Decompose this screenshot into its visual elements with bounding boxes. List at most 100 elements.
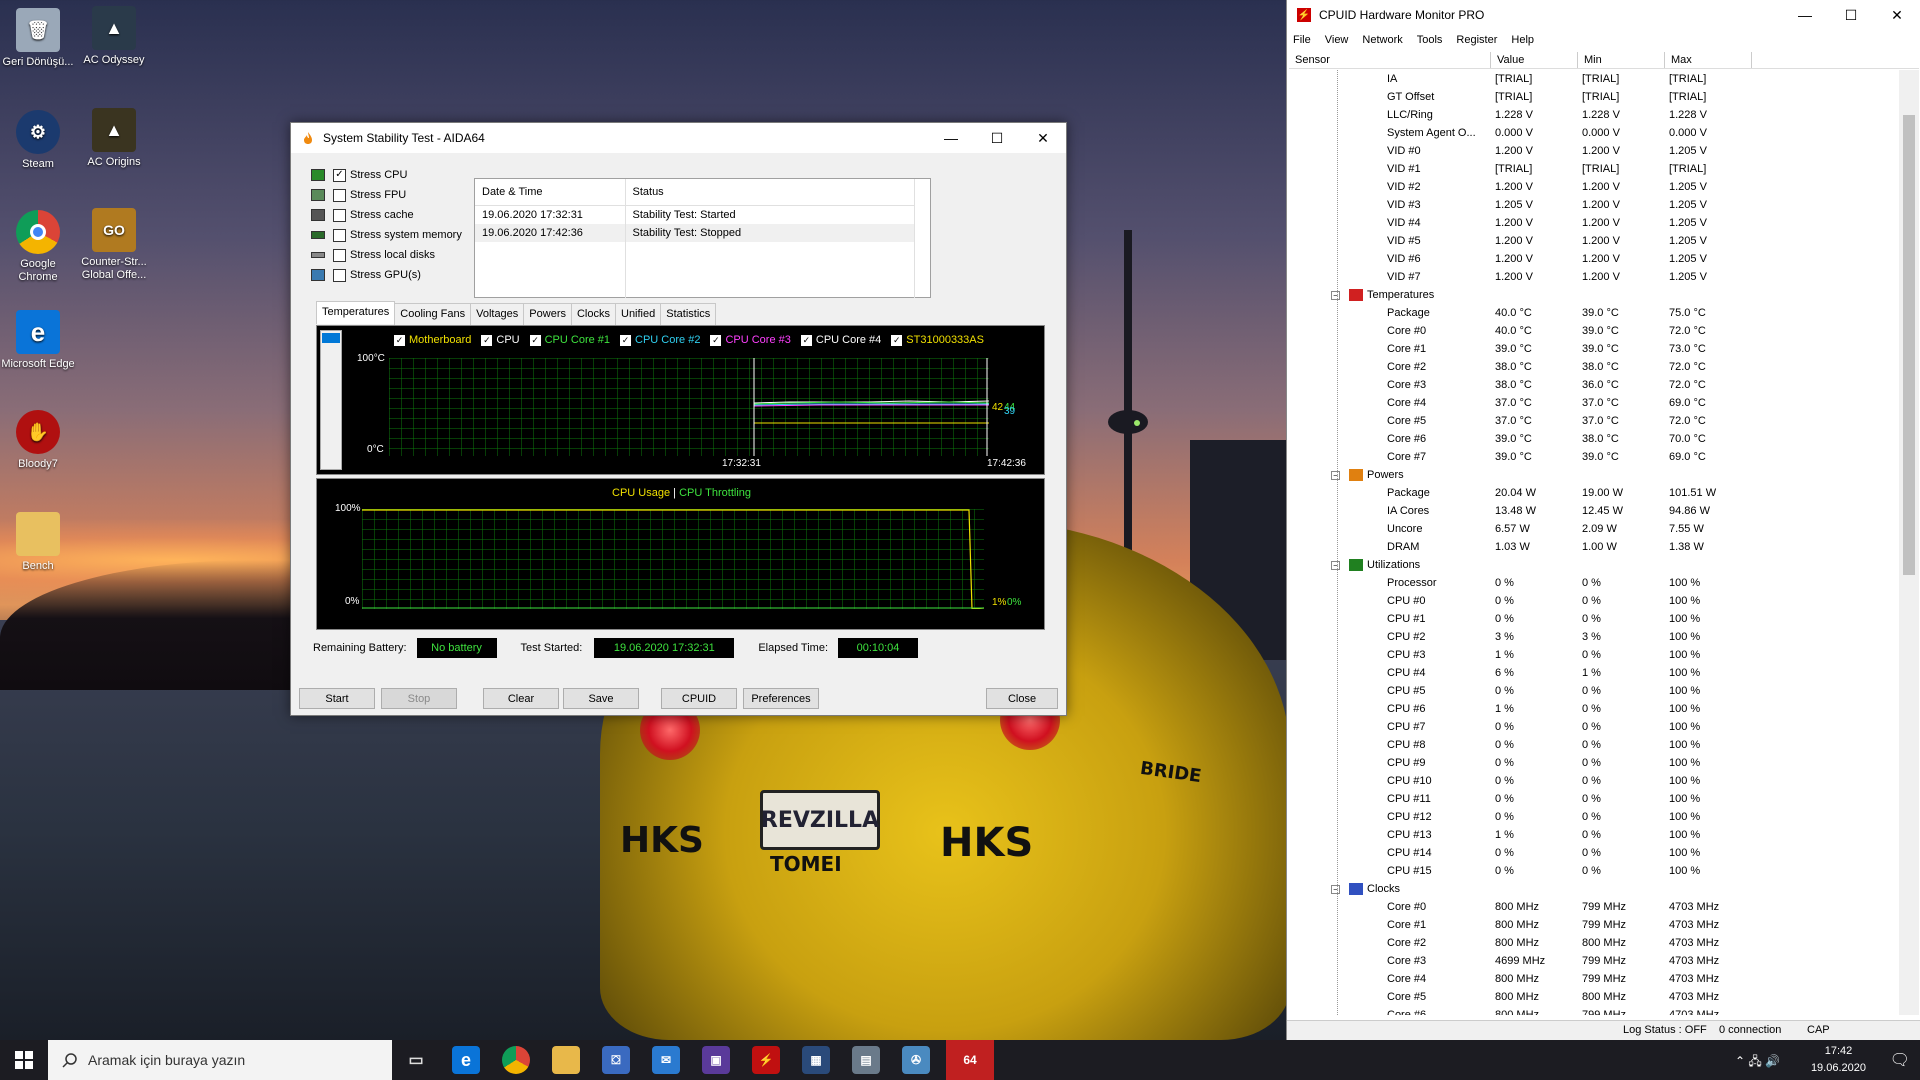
start-button[interactable] (0, 1040, 48, 1080)
tab-statistics[interactable]: Statistics (660, 303, 717, 326)
sensor-row[interactable]: Core #5 37.0 °C 37.0 °C 72.0 °C (1289, 412, 1899, 430)
desktop-icon-csgo[interactable]: GO Counter-Str... Global Offe... (76, 208, 152, 282)
sensor-row[interactable]: CPU #11 0 % 0 % 100 % (1289, 790, 1899, 808)
sensor-row[interactable]: Package 20.04 W 19.00 W 101.51 W (1289, 484, 1899, 502)
stop-button[interactable]: Stop (381, 688, 457, 709)
sensor-row[interactable]: VID #6 1.200 V 1.200 V 1.205 V (1289, 250, 1899, 268)
minimize-button[interactable]: — (928, 123, 974, 153)
desktop-icon-bench[interactable]: Bench (0, 512, 76, 573)
sensor-row[interactable]: CPU #0 0 % 0 % 100 % (1289, 592, 1899, 610)
sensor-group[interactable]: − Powers (1289, 466, 1899, 484)
sensor-row[interactable]: IA Cores 13.48 W 12.45 W 94.86 W (1289, 502, 1899, 520)
sensor-row[interactable]: Core #5 800 MHz 800 MHz 4703 MHz (1289, 988, 1899, 1006)
close-button[interactable]: Close (986, 688, 1058, 709)
tuning-tool-icon[interactable]: ✇ (902, 1046, 930, 1074)
aida64-titlebar[interactable]: System Stability Test - AIDA64 — ☐ ✕ (291, 123, 1066, 153)
taskbar-clock[interactable]: 17:42 19.06.2020 (1811, 1043, 1866, 1077)
sensor-row[interactable]: CPU #7 0 % 0 % 100 % (1289, 718, 1899, 736)
legend-item-hdd[interactable]: ✓ ST31000333AS (891, 334, 984, 346)
sensor-row[interactable]: VID #2 1.200 V 1.200 V 1.205 V (1289, 178, 1899, 196)
chrome-taskbar-icon[interactable] (502, 1046, 530, 1074)
sensor-row[interactable]: Core #3 4699 MHz 799 MHz 4703 MHz (1289, 952, 1899, 970)
sensor-row[interactable]: CPU #12 0 % 0 % 100 % (1289, 808, 1899, 826)
sensor-group[interactable]: − Clocks (1289, 880, 1899, 898)
hwmonitor-titlebar[interactable]: ⚡ CPUID Hardware Monitor PRO — ☐ ✕ (1287, 0, 1920, 30)
menu-file[interactable]: File (1293, 34, 1311, 46)
sensor-row[interactable]: CPU #10 0 % 0 % 100 % (1289, 772, 1899, 790)
sensor-row[interactable]: LLC/Ring 1.228 V 1.228 V 1.228 V (1289, 106, 1899, 124)
notifications-icon[interactable]: 🗨 (1890, 1050, 1910, 1070)
tab-temperatures[interactable]: Temperatures (316, 301, 396, 324)
sensor-row[interactable]: Core #2 800 MHz 800 MHz 4703 MHz (1289, 934, 1899, 952)
collapse-icon[interactable]: − (1331, 884, 1340, 894)
menu-register[interactable]: Register (1456, 34, 1497, 46)
menu-network[interactable]: Network (1362, 34, 1402, 46)
stress-disks-checkbox[interactable] (333, 248, 346, 262)
tab-clocks[interactable]: Clocks (570, 303, 616, 326)
legend-checkbox[interactable]: ✓ (529, 334, 541, 346)
tray-icons[interactable]: ⌃ 🖧 🔊 (1735, 1052, 1780, 1073)
legend-item-cpu-core-2[interactable]: ✓ CPU Core #2 (620, 334, 700, 346)
stress-gpu-checkbox[interactable] (333, 268, 346, 282)
desktop-icon-ac-origins[interactable]: ▲ AC Origins (76, 108, 152, 169)
benchmark-icon[interactable]: ▦ (802, 1046, 830, 1074)
cpuid-taskbar-icon[interactable]: ⚡ (752, 1046, 780, 1074)
sensor-row[interactable]: System Agent O... 0.000 V 0.000 V 0.000 V (1289, 124, 1899, 142)
sensor-row[interactable]: Core #6 800 MHz 799 MHz 4703 MHz (1289, 1006, 1899, 1015)
sensor-row[interactable]: CPU #5 0 % 0 % 100 % (1289, 682, 1899, 700)
sensor-row[interactable]: GT Offset [TRIAL] [TRIAL] [TRIAL] (1289, 88, 1899, 106)
menu-view[interactable]: View (1325, 34, 1349, 46)
sensor-row[interactable]: VID #7 1.200 V 1.200 V 1.205 V (1289, 268, 1899, 286)
minimize-button[interactable]: — (1782, 0, 1828, 30)
sensor-row[interactable]: Core #6 39.0 °C 38.0 °C 70.0 °C (1289, 430, 1899, 448)
sensor-row[interactable]: CPU #1 0 % 0 % 100 % (1289, 610, 1899, 628)
legend-item-cpu-core-1[interactable]: ✓ CPU Core #1 (529, 334, 610, 346)
stress-gpu-option[interactable]: Stress GPU(s) (311, 265, 462, 285)
sensor-row[interactable]: VID #4 1.200 V 1.200 V 1.205 V (1289, 214, 1899, 232)
legend-item-cpu-core-4[interactable]: ✓ CPU Core #4 (800, 334, 881, 346)
sensor-row[interactable]: CPU #4 6 % 1 % 100 % (1289, 664, 1899, 682)
legend-checkbox[interactable]: ✓ (481, 334, 493, 346)
sensor-row[interactable]: Core #0 800 MHz 799 MHz 4703 MHz (1289, 898, 1899, 916)
column-header-max[interactable]: Max (1665, 52, 1752, 68)
graph-scrollbar[interactable] (320, 330, 342, 470)
stress-memory-checkbox[interactable] (333, 228, 346, 242)
sensor-row[interactable]: CPU #2 3 % 3 % 100 % (1289, 628, 1899, 646)
collapse-icon[interactable]: − (1331, 290, 1340, 300)
stress-fpu-option[interactable]: Stress FPU (311, 185, 462, 205)
sensor-row[interactable]: CPU #3 1 % 0 % 100 % (1289, 646, 1899, 664)
desktop-icon-edge[interactable]: e Microsoft Edge (0, 310, 76, 371)
tab-cooling-fans[interactable]: Cooling Fans (394, 303, 472, 326)
maximize-button[interactable]: ☐ (1828, 0, 1874, 30)
sensor-row[interactable]: IA [TRIAL] [TRIAL] [TRIAL] (1289, 70, 1899, 88)
event-log[interactable]: Date & Time Status 19.06.2020 17:32:31 S… (474, 178, 931, 298)
desktop-icon-recycle-bin[interactable]: 🗑 Geri Dönüşü... (0, 8, 76, 69)
save-button[interactable]: Save (563, 688, 639, 709)
legend-item-cpu[interactable]: ✓ CPU (481, 334, 520, 346)
sensor-row[interactable]: Core #4 800 MHz 799 MHz 4703 MHz (1289, 970, 1899, 988)
tab-unified[interactable]: Unified (615, 303, 662, 326)
collapse-icon[interactable]: − (1331, 560, 1340, 570)
sensor-row[interactable]: CPU #14 0 % 0 % 100 % (1289, 844, 1899, 862)
clear-button[interactable]: Clear (483, 688, 559, 709)
sensor-group[interactable]: − Temperatures (1289, 286, 1899, 304)
log-row[interactable]: 19.06.2020 17:32:31 Stability Test: Star… (475, 205, 915, 224)
stress-fpu-checkbox[interactable] (333, 188, 346, 202)
sensor-row[interactable]: Core #1 800 MHz 799 MHz 4703 MHz (1289, 916, 1899, 934)
stress-cache-checkbox[interactable] (333, 208, 346, 222)
cpuid-button[interactable]: CPUID (661, 688, 737, 709)
stress-cpu-checkbox[interactable]: ✓ (333, 168, 346, 182)
desktop-icon-steam[interactable]: ⚙ Steam (0, 110, 76, 171)
sensor-row[interactable]: Core #1 39.0 °C 39.0 °C 73.0 °C (1289, 340, 1899, 358)
stress-cache-option[interactable]: Stress cache (311, 205, 462, 225)
tab-voltages[interactable]: Voltages (470, 303, 525, 326)
sensor-row[interactable]: VID #1 [TRIAL] [TRIAL] [TRIAL] (1289, 160, 1899, 178)
cpu-tool-icon[interactable]: ▣ (702, 1046, 730, 1074)
task-view-icon[interactable]: ▭ (402, 1046, 430, 1074)
column-header-min[interactable]: Min (1578, 52, 1665, 68)
sensor-row[interactable]: CPU #9 0 % 0 % 100 % (1289, 754, 1899, 772)
sensor-row[interactable]: VID #3 1.205 V 1.200 V 1.205 V (1289, 196, 1899, 214)
legend-checkbox[interactable]: ✓ (800, 334, 812, 346)
scrollbar-thumb[interactable] (322, 333, 340, 343)
legend-item-motherboard[interactable]: ✓ Motherboard (394, 334, 471, 346)
